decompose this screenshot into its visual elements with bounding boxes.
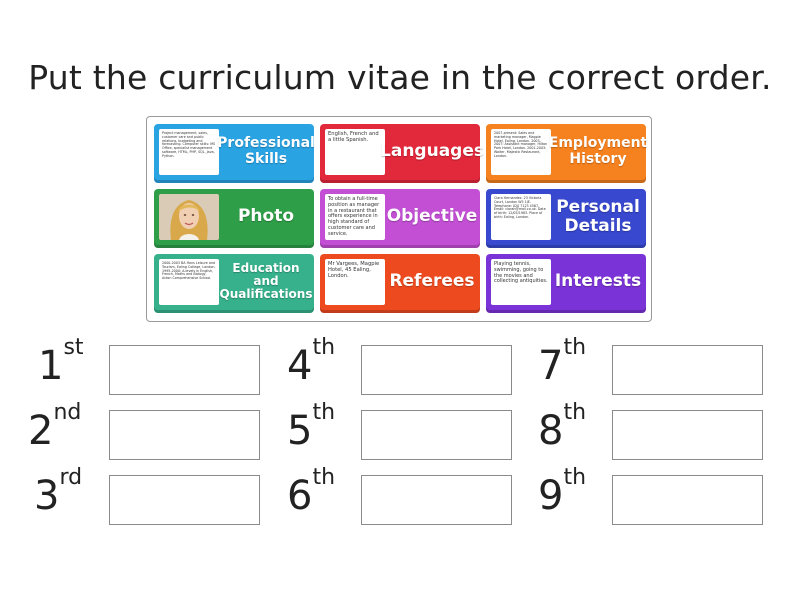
answer-slot-9[interactable]: [612, 475, 763, 525]
tile-languages[interactable]: English, French and a little Spanish. La…: [320, 124, 484, 183]
tile-referees[interactable]: Mr Vargees, Magpie Hotel, 45 Ealing, Lon…: [320, 254, 480, 313]
document-thumbnail-icon: Clara Hernandez. 23 Victoria Court, Lond…: [491, 194, 551, 240]
answer-slot-2[interactable]: [109, 410, 260, 460]
slot-number-6: 6th: [287, 465, 336, 520]
slot-number-3: 3rd: [34, 465, 83, 520]
document-thumbnail-icon: Project management, sales, customer care…: [159, 129, 219, 175]
tile-label: Photo: [237, 206, 295, 227]
slot-number-7: 7th: [538, 335, 587, 390]
tile-label: Interests: [554, 271, 642, 292]
tile-label: Personal Details: [556, 197, 640, 236]
tile-label: Education and Qualifications: [219, 261, 313, 301]
slot-number-2: 2nd: [28, 400, 82, 455]
tile-board: Project management, sales, customer care…: [146, 116, 652, 322]
tile-professional-skills[interactable]: Project management, sales, customer care…: [154, 124, 315, 183]
tile-label: Employment History: [548, 135, 648, 167]
tile-education-and-qualifications[interactable]: 2000-2003 BA Hons Leisure and Tourism, E…: [154, 254, 314, 313]
tile-label: Languages: [380, 141, 484, 162]
portrait-photo-icon: [159, 194, 219, 240]
tile-personal-details[interactable]: Clara Hernandez. 23 Victoria Court, Lond…: [486, 189, 646, 248]
document-thumbnail-icon: Playing tennis, swimming, going to the m…: [491, 259, 551, 305]
answer-slot-8[interactable]: [612, 410, 763, 460]
tile-label: Referees: [389, 271, 475, 292]
answer-slot-5[interactable]: [361, 410, 512, 460]
answer-slot-3[interactable]: [109, 475, 260, 525]
answer-slot-4[interactable]: [361, 345, 512, 395]
document-thumbnail-icon: 2007-present: Sales and marketing manage…: [491, 129, 551, 175]
document-thumbnail-icon: To obtain a full-time position as manage…: [325, 194, 385, 240]
tile-photo[interactable]: Photo: [154, 189, 314, 248]
document-thumbnail-icon: 2000-2003 BA Hons Leisure and Tourism, E…: [159, 259, 219, 305]
slot-number-4: 4th: [287, 335, 336, 390]
answer-slot-1[interactable]: [109, 345, 260, 395]
page-title: Put the curriculum vitae in the correct …: [28, 58, 772, 97]
tile-interests[interactable]: Playing tennis, swimming, going to the m…: [486, 254, 646, 313]
slot-number-5: 5th: [287, 400, 336, 455]
tile-label: Objective: [386, 206, 478, 227]
slot-number-1: 1st: [38, 335, 84, 390]
slot-number-8: 8th: [538, 400, 587, 455]
answer-slot-6[interactable]: [361, 475, 512, 525]
tile-employment-history[interactable]: 2007-present: Sales and marketing manage…: [486, 124, 648, 183]
document-thumbnail-icon: Mr Vargees, Magpie Hotel, 45 Ealing, Lon…: [325, 259, 385, 305]
answer-slot-7[interactable]: [612, 345, 763, 395]
tile-label: Professional Skills: [217, 135, 315, 167]
tile-objective[interactable]: To obtain a full-time position as manage…: [320, 189, 480, 248]
slot-number-9: 9th: [538, 465, 587, 520]
document-thumbnail-icon: English, French and a little Spanish.: [325, 129, 385, 175]
